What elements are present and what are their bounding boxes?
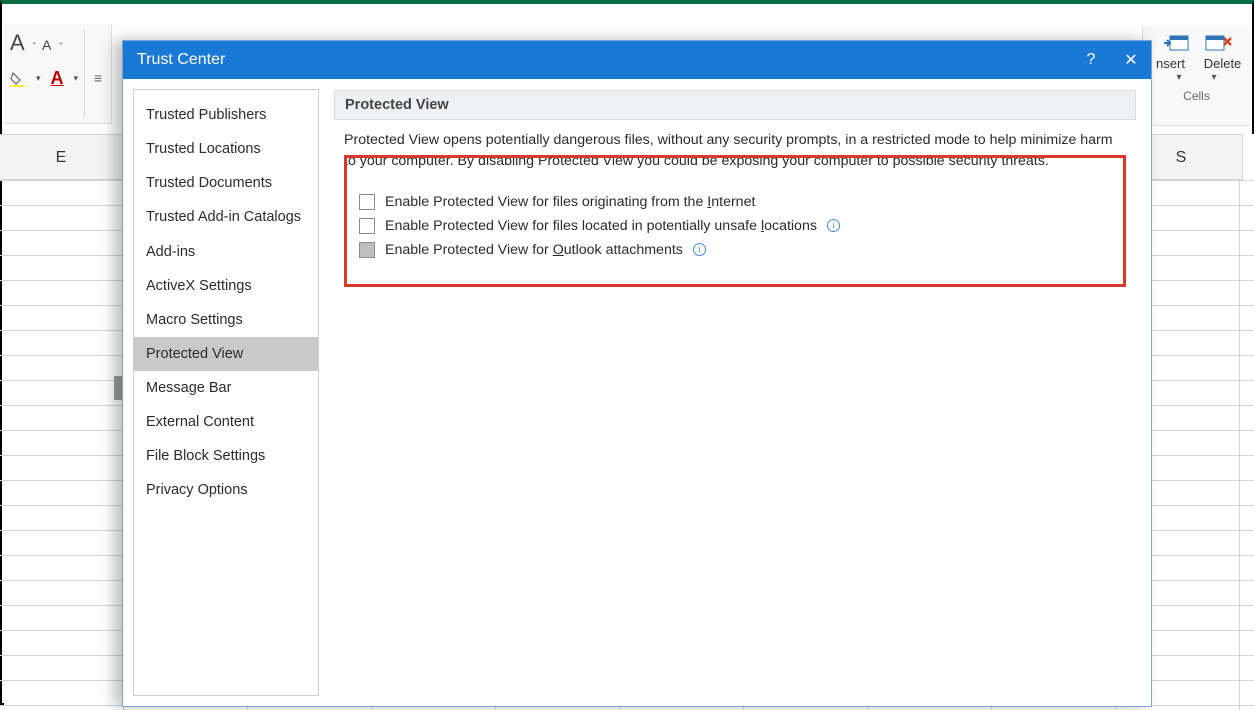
chevron-down-icon[interactable]: ▾ bbox=[36, 73, 41, 84]
highlight-box: Enable Protected View for files originat… bbox=[344, 155, 1126, 287]
section-heading: Protected View bbox=[334, 90, 1136, 120]
nav-external-content[interactable]: External Content bbox=[134, 405, 318, 439]
nav-file-block-settings[interactable]: File Block Settings bbox=[134, 439, 318, 473]
checkbox-internet-files[interactable] bbox=[359, 194, 375, 210]
delete-cells-icon[interactable] bbox=[1204, 32, 1232, 54]
align-left-button[interactable]: ≡ bbox=[94, 70, 102, 86]
delete-button-label[interactable]: Delete bbox=[1200, 56, 1246, 71]
nav-addins[interactable]: Add-ins bbox=[134, 235, 318, 269]
option-outlook-attachments[interactable]: Enable Protected View for Outlook attach… bbox=[359, 242, 1111, 258]
dialog-titlebar[interactable]: Trust Center ? ✕ bbox=[123, 41, 1151, 79]
delete-dropdown[interactable]: ▾ bbox=[1212, 72, 1217, 83]
nav-privacy-options[interactable]: Privacy Options bbox=[134, 473, 318, 507]
chevron-down-icon[interactable]: ▾ bbox=[74, 73, 79, 84]
option-label: Enable Protected View for files originat… bbox=[385, 194, 755, 210]
nav-trusted-documents[interactable]: Trusted Documents bbox=[134, 166, 318, 200]
nav-message-bar[interactable]: Message Bar bbox=[134, 371, 318, 405]
nav-trusted-locations[interactable]: Trusted Locations bbox=[134, 132, 318, 166]
chevron-down-icon: ˇ bbox=[59, 42, 62, 53]
nav-trusted-publishers[interactable]: Trusted Publishers bbox=[134, 98, 318, 132]
option-label: Enable Protected View for files located … bbox=[385, 218, 817, 234]
ribbon-cells-group-partial: nsert Delete ▾ ▾ Cells bbox=[1142, 26, 1250, 126]
ribbon-group-label: Cells bbox=[1183, 89, 1210, 103]
column-header-e[interactable]: E bbox=[0, 134, 123, 180]
decrease-font-size-button[interactable]: A bbox=[42, 37, 51, 53]
nav-activex-settings[interactable]: ActiveX Settings bbox=[134, 269, 318, 303]
insert-dropdown[interactable]: ▾ bbox=[1176, 72, 1181, 83]
info-icon[interactable]: i bbox=[827, 219, 840, 232]
checkbox-outlook-attachments[interactable] bbox=[359, 242, 375, 258]
nav-macro-settings[interactable]: Macro Settings bbox=[134, 303, 318, 337]
trust-center-content: Protected View Protected View opens pote… bbox=[329, 89, 1141, 696]
insert-cells-icon[interactable] bbox=[1162, 32, 1190, 54]
font-color-button[interactable]: A bbox=[51, 68, 64, 89]
fill-color-button[interactable] bbox=[10, 71, 26, 87]
close-button[interactable]: ✕ bbox=[1111, 41, 1151, 79]
option-unsafe-locations[interactable]: Enable Protected View for files located … bbox=[359, 218, 1111, 234]
increase-font-size-button[interactable]: A bbox=[10, 30, 25, 56]
ribbon-separator bbox=[84, 29, 85, 117]
insert-button-label[interactable]: nsert bbox=[1148, 56, 1194, 71]
dialog-title: Trust Center bbox=[137, 51, 225, 69]
help-button[interactable]: ? bbox=[1071, 41, 1111, 79]
option-internet-files[interactable]: Enable Protected View for files originat… bbox=[359, 194, 1111, 210]
nav-protected-view[interactable]: Protected View bbox=[134, 337, 318, 371]
info-icon[interactable]: i bbox=[693, 243, 706, 256]
trust-center-dialog: Trust Center ? ✕ Trusted Publishers Trus… bbox=[122, 40, 1152, 707]
row-selection-marker bbox=[114, 376, 122, 400]
checkbox-unsafe-locations[interactable] bbox=[359, 218, 375, 234]
option-label: Enable Protected View for Outlook attach… bbox=[385, 242, 683, 258]
chevron-up-icon: ˆ bbox=[33, 42, 36, 53]
trust-center-nav: Trusted Publishers Trusted Locations Tru… bbox=[133, 89, 319, 696]
nav-trusted-addin-catalogs[interactable]: Trusted Add-in Catalogs bbox=[134, 200, 318, 234]
